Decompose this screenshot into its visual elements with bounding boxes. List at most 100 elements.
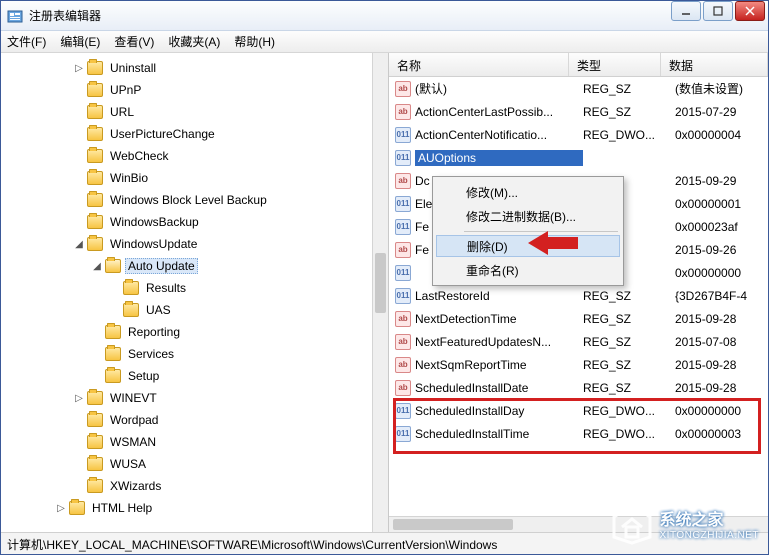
tree-item[interactable]: WinBio [1, 167, 388, 189]
ctx-modify-binary[interactable]: 修改二进制数据(B)... [436, 204, 620, 228]
tree-item[interactable]: WSMAN [1, 431, 388, 453]
list-row[interactable]: abNextDetectionTimeREG_SZ2015-09-28 [389, 307, 768, 330]
menu-view[interactable]: 查看(V) [114, 33, 154, 50]
folder-icon [87, 149, 103, 163]
tree-item[interactable]: ◢ Auto Update [1, 255, 388, 277]
binary-value-icon: 011 [395, 426, 411, 442]
folder-icon [123, 281, 139, 295]
tree-item[interactable]: Results [1, 277, 388, 299]
list-row[interactable]: 011ScheduledInstallDayREG_DWO...0x000000… [389, 399, 768, 422]
col-header-name[interactable]: 名称 [389, 53, 569, 76]
list-row[interactable]: 011ScheduledInstallTimeREG_DWO...0x00000… [389, 422, 768, 445]
string-value-icon: ab [395, 104, 411, 120]
list-row[interactable]: 011LastRestoreIdREG_SZ{3D267B4F-4 [389, 284, 768, 307]
folder-icon [87, 61, 103, 75]
col-header-data[interactable]: 数据 [661, 53, 768, 76]
tree-item[interactable]: WUSA [1, 453, 388, 475]
cell-data: 0x00000000 [675, 404, 768, 418]
list-row[interactable]: ab(默认)REG_SZ(数值未设置) [389, 77, 768, 100]
cell-type: REG_SZ [583, 82, 675, 96]
tree-item[interactable]: Reporting [1, 321, 388, 343]
menu-favorites[interactable]: 收藏夹(A) [168, 33, 220, 50]
tree-item[interactable]: Services [1, 343, 388, 365]
tree-item-label: WSMAN [107, 434, 159, 450]
list-row[interactable]: abNextSqmReportTimeREG_SZ2015-09-28 [389, 353, 768, 376]
binary-value-icon: 011 [395, 219, 411, 235]
list-row[interactable]: abScheduledInstallDateREG_SZ2015-09-28 [389, 376, 768, 399]
tree-item[interactable]: WebCheck [1, 145, 388, 167]
cell-type: REG_SZ [583, 358, 675, 372]
no-expand-icon [73, 84, 85, 96]
tree-item[interactable]: ◢WindowsUpdate [1, 233, 388, 255]
tree-item[interactable]: UPnP [1, 79, 388, 101]
cell-type: REG_DWO... [583, 404, 675, 418]
menu-help[interactable]: 帮助(H) [234, 33, 275, 50]
menu-file[interactable]: 文件(F) [7, 33, 46, 50]
tree[interactable]: ▷ Uninstall UPnP URL UserPictureChangeWebChe… [1, 53, 388, 519]
minimize-button[interactable] [671, 1, 701, 21]
tree-item-label: WindowsBackup [107, 214, 202, 230]
string-value-icon: ab [395, 311, 411, 327]
tree-item-label: URL [107, 104, 137, 120]
folder-icon [105, 347, 121, 361]
tree-item[interactable]: ▷WINEVT [1, 387, 388, 409]
cell-name: NextDetectionTime [415, 312, 583, 326]
tree-item-label: Results [143, 280, 189, 296]
collapse-icon[interactable]: ◢ [73, 238, 85, 250]
annotation-arrow [528, 229, 578, 260]
tree-item-label: UPnP [107, 82, 144, 98]
no-expand-icon [73, 172, 85, 184]
tree-item[interactable]: ▷ Uninstall [1, 57, 388, 79]
expand-icon[interactable]: ▷ [73, 392, 85, 404]
collapse-icon[interactable]: ◢ [91, 260, 103, 272]
list-row[interactable]: abNextFeaturedUpdatesN...REG_SZ2015-07-0… [389, 330, 768, 353]
tree-item-label: Setup [125, 368, 162, 384]
list-row[interactable]: abActionCenterLastPossib...REG_SZ2015-07… [389, 100, 768, 123]
tree-item[interactable]: UserPictureChange [1, 123, 388, 145]
tree-item[interactable]: Wordpad [1, 409, 388, 431]
tree-item[interactable]: URL [1, 101, 388, 123]
cell-data: 0x00000003 [675, 427, 768, 441]
cell-type: REG_SZ [583, 312, 675, 326]
no-expand-icon [109, 304, 121, 316]
list-row[interactable]: 011ActionCenterNotificatio...REG_DWO...0… [389, 123, 768, 146]
tree-item[interactable]: XWizards [1, 475, 388, 497]
no-expand-icon [91, 326, 103, 338]
col-header-type[interactable]: 类型 [569, 53, 661, 76]
close-button[interactable] [735, 1, 765, 21]
scrollbar-thumb[interactable] [375, 253, 386, 313]
expand-icon[interactable]: ▷ [55, 502, 67, 514]
tree-item[interactable]: Windows Block Level Backup [1, 189, 388, 211]
tree-item-label: Services [125, 346, 177, 362]
no-expand-icon [73, 106, 85, 118]
tree-item[interactable]: UAS [1, 299, 388, 321]
cell-data: 2015-07-29 [675, 105, 768, 119]
maximize-button[interactable] [703, 1, 733, 21]
tree-item[interactable]: Setup [1, 365, 388, 387]
ctx-rename[interactable]: 重命名(R) [436, 258, 620, 282]
menubar: 文件(F) 编辑(E) 查看(V) 收藏夹(A) 帮助(H) [1, 31, 768, 53]
no-expand-icon [73, 128, 85, 140]
binary-value-icon: 011 [395, 196, 411, 212]
menu-edit[interactable]: 编辑(E) [60, 33, 100, 50]
scrollbar-thumb[interactable] [393, 519, 513, 530]
titlebar[interactable]: 注册表编辑器 [1, 1, 768, 31]
tree-item[interactable]: WindowsBackup [1, 211, 388, 233]
cell-data: 2015-09-28 [675, 381, 768, 395]
string-value-icon: ab [395, 357, 411, 373]
list-header[interactable]: 名称 类型 数据 [389, 53, 768, 77]
folder-icon [69, 501, 85, 515]
string-value-icon: ab [395, 380, 411, 396]
folder-icon [87, 171, 103, 185]
expand-icon[interactable]: ▷ [73, 62, 85, 74]
tree-vscrollbar[interactable] [372, 53, 388, 532]
list-pane: 名称 类型 数据 ab(默认)REG_SZ(数值未设置)abActionCent… [389, 53, 768, 532]
cell-data: {3D267B4F-4 [675, 289, 768, 303]
ctx-modify[interactable]: 修改(M)... [436, 180, 620, 204]
no-expand-icon [73, 436, 85, 448]
tree-item-label: Auto Update [125, 258, 198, 274]
string-value-icon: ab [395, 242, 411, 258]
list-row[interactable]: 011AUOptions [389, 146, 768, 169]
tree-item[interactable]: ▷HTML Help [1, 497, 388, 519]
tree-item-label: Uninstall [107, 60, 159, 76]
